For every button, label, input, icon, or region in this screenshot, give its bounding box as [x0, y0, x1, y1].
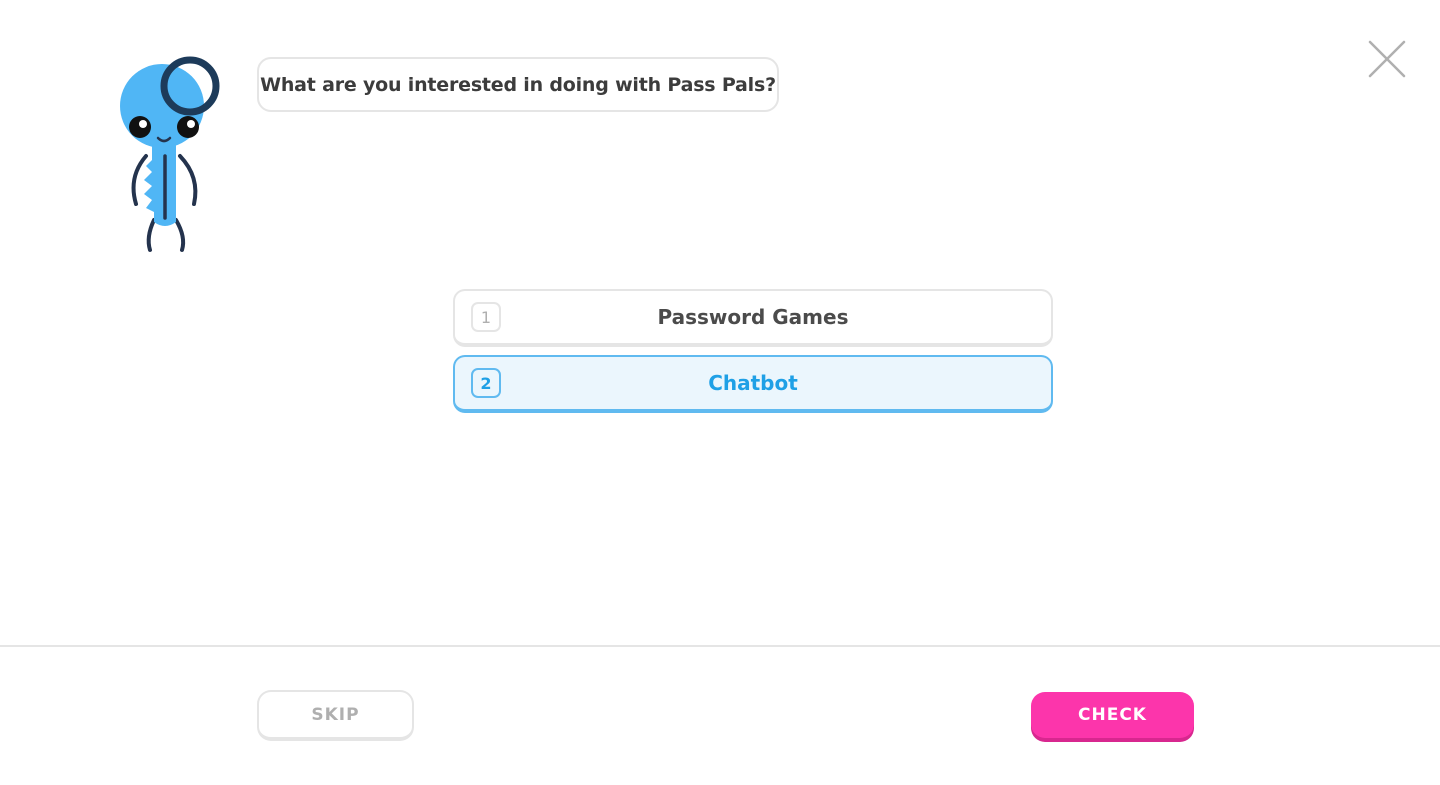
option-key-badge: 1 — [471, 302, 501, 332]
question-bubble: What are you interested in doing with Pa… — [257, 57, 779, 112]
check-button[interactable]: CHECK — [1031, 692, 1194, 738]
close-icon[interactable] — [1366, 38, 1408, 80]
option-label: Chatbot — [708, 371, 798, 395]
answer-options: 1 Password Games 2 Chatbot — [453, 289, 1053, 421]
option-password-games[interactable]: 1 Password Games — [453, 289, 1053, 347]
option-chatbot[interactable]: 2 Chatbot — [453, 355, 1053, 413]
footer-bar — [0, 645, 1440, 785]
option-key-badge: 2 — [471, 368, 501, 398]
key-mascot-icon — [120, 56, 220, 252]
question-text: What are you interested in doing with Pa… — [260, 73, 776, 96]
lesson-screen: What are you interested in doing with Pa… — [0, 0, 1440, 785]
option-label: Password Games — [657, 305, 849, 329]
skip-button[interactable]: SKIP — [257, 690, 414, 741]
